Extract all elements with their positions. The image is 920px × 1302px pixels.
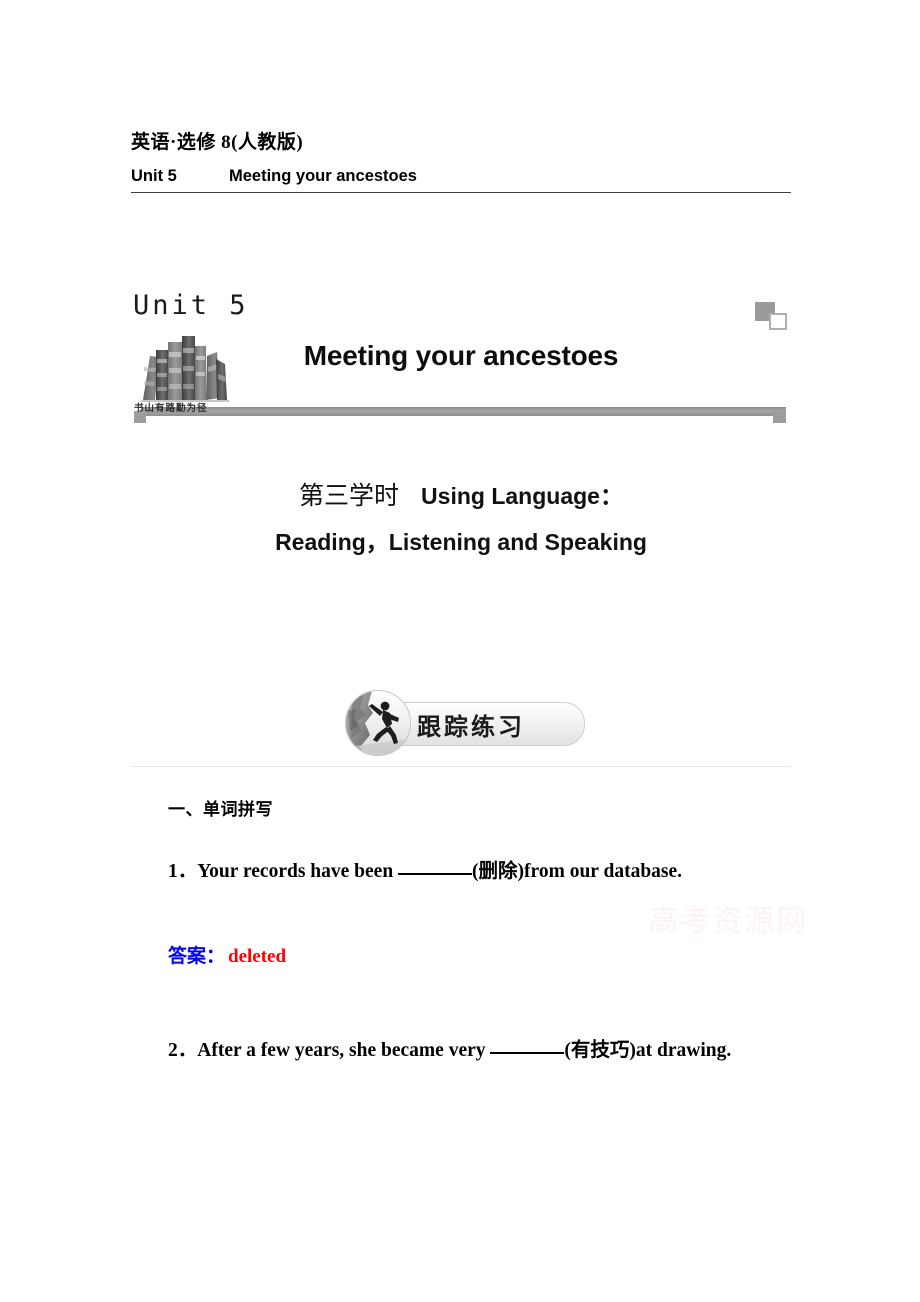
exercise-item-1: 1．Your records have been (删除)from our da… (168, 857, 791, 887)
watermark: 高考资源网 (648, 905, 808, 938)
answer-value-1: deleted (228, 946, 287, 968)
section-title-line2: Reading，Listening and Speaking (275, 529, 647, 555)
header-subject: 英语·选修 8(人教版) (131, 132, 304, 153)
square-outline-icon (769, 313, 787, 330)
question-2-number: 2． (168, 1039, 198, 1061)
question-2-hint: (有技巧) (564, 1039, 636, 1061)
books-caption: 书山有路勤为径 (134, 403, 208, 414)
section-period: 第三学时 (299, 483, 400, 510)
header-unit-title: Meeting your ancestoes (229, 166, 417, 185)
question-1-text-after: from our database. (524, 861, 683, 882)
exercise-item-2: 2．After a few years, she became very (有技… (131, 1036, 791, 1066)
overlapping-squares-icon (755, 302, 791, 332)
banner-unit-number: Unit 5 (133, 290, 249, 321)
answer-blank-2[interactable] (490, 1051, 565, 1054)
practice-badge: 跟踪练习 (345, 690, 585, 756)
page-header: 英语·选修 8(人教版) Unit 5 Meeting your ancesto… (131, 132, 791, 193)
chapter-banner: Unit 5 书山有路勤为径 Meeting your ancestoes (131, 288, 791, 423)
section-title-line1: Using Language： (421, 483, 623, 509)
question-2-text-after: at drawing. (635, 1039, 732, 1061)
badge-text: 跟踪练习 (417, 715, 525, 741)
banner-bar-cap-right (773, 411, 786, 423)
question-1-hint: (删除) (472, 861, 525, 882)
answer-row-1: 答案： deleted (168, 944, 791, 971)
header-unit-label: Unit 5 (131, 166, 177, 185)
banner-bar (141, 407, 786, 416)
answer-blank-1[interactable] (398, 873, 473, 875)
practice-badge-wrapper: 跟踪练习 (131, 690, 791, 776)
answer-label-1: 答案： (168, 946, 226, 968)
exercise-heading: 一、单词拼写 (168, 800, 273, 819)
badge-underline (131, 766, 791, 767)
header-unit-row: Unit 5 Meeting your ancestoes (131, 167, 791, 186)
question-1-text-before: Your records have been (197, 861, 399, 882)
header-divider (131, 191, 791, 193)
climber-icon (345, 690, 411, 756)
banner-title: Meeting your ancestoes (303, 340, 619, 371)
section-title: 第三学时 Using Language： Reading，Listening an… (131, 484, 791, 554)
question-2-text-before: After a few years, she became very (197, 1039, 491, 1061)
question-1-number: 1． (168, 861, 198, 882)
